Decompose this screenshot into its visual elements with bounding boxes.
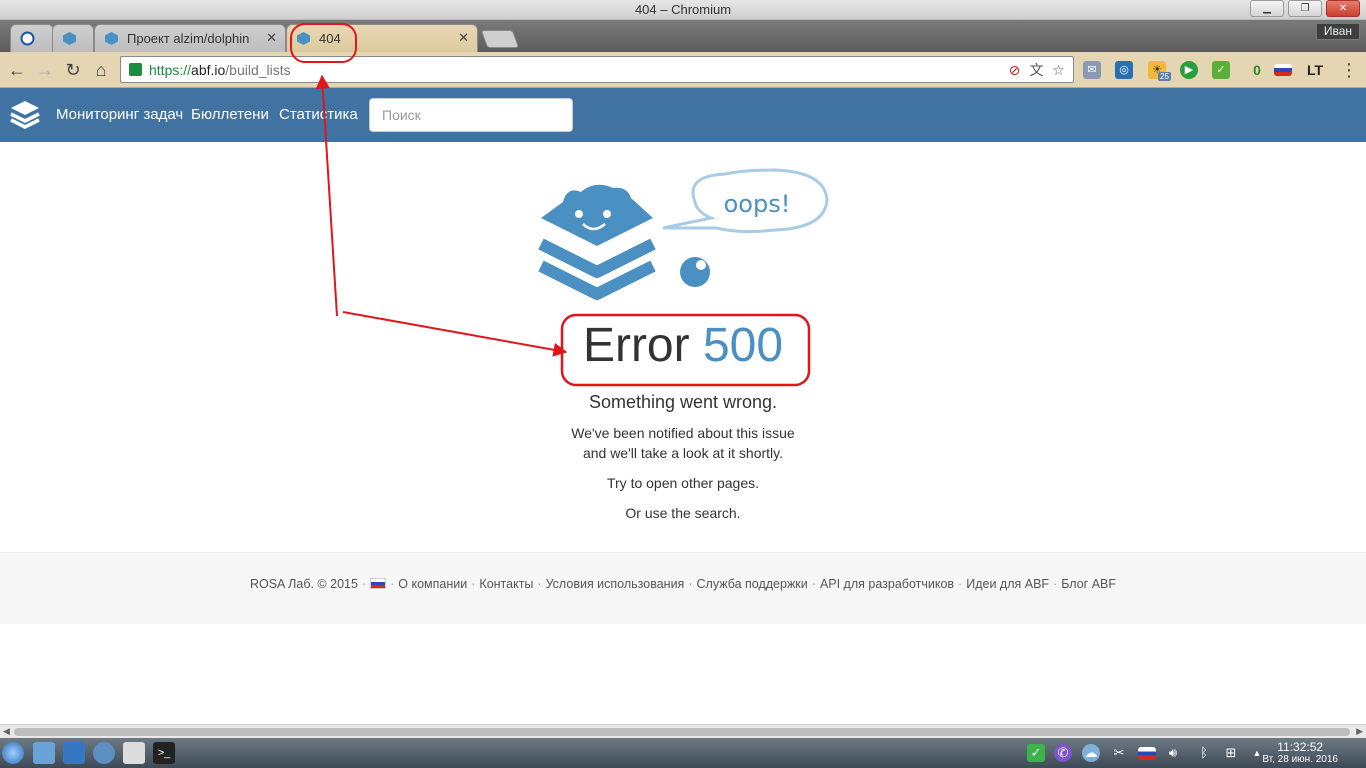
error-word: Error <box>582 319 690 372</box>
documents-icon[interactable] <box>123 742 145 764</box>
window-titlebar: 404 – Chromium ▁ ❐ ✕ <box>0 0 1366 20</box>
tab-project[interactable]: Проект alzim/dolphin ✕ <box>94 24 286 52</box>
error-title: Error 500 <box>0 318 1366 373</box>
forward-arrow-icon[interactable]: → <box>34 59 56 81</box>
footer-link-support[interactable]: Служба поддержки <box>697 577 808 591</box>
ext-circle-icon[interactable]: ◎ <box>1115 61 1133 79</box>
browser-toolbar: ← → ↻ ⌂ https://abf.io/build_lists ⊘ 文 ☆… <box>0 52 1366 88</box>
translate-icon[interactable]: 文 <box>1029 63 1044 78</box>
reload-icon[interactable]: ↻ <box>62 59 84 81</box>
error-code: 500 <box>702 319 784 372</box>
viber-icon[interactable]: ✆ <box>1054 744 1072 762</box>
scrollbar-thumb[interactable] <box>14 728 1350 736</box>
tab-label: 404 <box>319 31 341 46</box>
language-flag-icon[interactable] <box>370 578 387 589</box>
search-input[interactable] <box>369 98 573 132</box>
ext-pause-icon[interactable]: ▶ <box>1180 61 1198 79</box>
error-message-line: and we'll take a look at it shortly. <box>582 445 784 461</box>
clock-date: Вт, 28 июн. 2016 <box>1262 754 1338 765</box>
home-icon[interactable]: ⌂ <box>90 59 112 81</box>
file-manager-icon[interactable] <box>33 742 55 764</box>
abf-favicon-icon <box>105 32 118 45</box>
minimize-button[interactable]: ▁ <box>1250 0 1284 17</box>
tab-404[interactable]: 404 ✕ <box>286 24 478 52</box>
nav-link-bulletins[interactable]: Бюллетени <box>191 106 269 123</box>
system-monitor-icon[interactable] <box>63 742 85 764</box>
cloud-sync-icon[interactable]: ☁ <box>1082 744 1100 762</box>
footer-link-blog[interactable]: Блог ABF <box>1061 577 1116 591</box>
lock-icon <box>129 63 142 76</box>
footer-link-about[interactable]: О компании <box>398 577 467 591</box>
weather-temp-badge: 25 <box>1158 72 1171 81</box>
error-hint-pages: Try to open other pages. <box>606 475 760 491</box>
terminal-icon[interactable]: >_ <box>153 742 175 764</box>
chromium-icon[interactable] <box>93 742 115 764</box>
volume-icon[interactable]: 🔊︎ <box>1164 744 1182 762</box>
footer-link-terms[interactable]: Условия использования <box>546 577 685 591</box>
bookmark-star-icon[interactable]: ☆ <box>1051 63 1066 78</box>
profile-button[interactable]: Иван <box>1315 23 1360 40</box>
back-arrow-icon[interactable]: ← <box>6 59 28 81</box>
error-hint-search: Or use the search. <box>625 505 741 521</box>
oops-bubble-text: oops! <box>724 190 791 218</box>
nav-link-monitoring[interactable]: Мониторинг задач <box>56 106 183 123</box>
maximize-button[interactable]: ❐ <box>1288 0 1322 17</box>
close-window-button[interactable]: ✕ <box>1326 0 1360 17</box>
keyboard-layout-flag-icon[interactable] <box>1138 747 1156 760</box>
new-tab-button[interactable] <box>480 30 520 48</box>
oops-mascot-illustration: oops! <box>538 168 829 300</box>
footer-copyright: ROSA Лаб. © 2015 <box>249 577 358 591</box>
mail-icon[interactable]: ✉ <box>1083 61 1101 79</box>
scissors-icon[interactable]: ✂ <box>1110 744 1128 762</box>
russian-flag-icon[interactable] <box>1274 64 1292 76</box>
site-navbar: Мониторинг задач Бюллетени Статистика <box>0 88 1366 142</box>
footer-link-ideas[interactable]: Идеи для ABF <box>966 577 1049 591</box>
url-text[interactable]: https://abf.io/build_lists <box>149 62 291 78</box>
address-bar[interactable]: https://abf.io/build_lists ⊘ 文 ☆ <box>120 56 1074 83</box>
abf-favicon-icon <box>63 32 76 45</box>
nav-link-statistics[interactable]: Статистика <box>279 106 358 123</box>
tab-label: Проект alzim/dolphin <box>127 31 250 46</box>
taskbar-clock[interactable]: 11:32:52 Вт, 28 июн. 2016 <box>1262 740 1338 765</box>
tab-pinned-2[interactable] <box>52 24 94 52</box>
error-subtitle: Something went wrong. <box>588 392 778 412</box>
abf-favicon-icon <box>297 32 310 45</box>
clock-time: 11:32:52 <box>1277 740 1324 754</box>
taskbar: >_ ✓ ✆ ☁ ✂ 🔊︎ ᛒ ⊞ ▲ 11:32:52 Вт, 28 июн.… <box>0 738 1366 768</box>
blocked-cookie-icon[interactable]: ⊘ <box>1007 63 1022 78</box>
bluetooth-icon[interactable]: ᛒ <box>1195 744 1213 762</box>
scroll-right-icon[interactable]: ▶ <box>1356 726 1363 737</box>
footer-links: ROSA Лаб. © 2015 · · О компании · Контакты · Ус… <box>249 577 1117 591</box>
ext-counter-icon[interactable]: 0 <box>1248 61 1266 79</box>
start-menu-icon[interactable] <box>2 742 24 764</box>
footer-link-api[interactable]: API для разработчиков <box>820 577 954 591</box>
error-message-line: We've been notified about this issue <box>571 425 795 441</box>
close-tab-icon[interactable]: ✕ <box>266 30 277 46</box>
tray-check-icon[interactable]: ✓ <box>1027 744 1045 762</box>
site-footer: ROSA Лаб. © 2015 · · О компании · Контакты · Ус… <box>0 552 1366 624</box>
window-title: 404 – Chromium <box>634 2 732 17</box>
opera-icon <box>20 31 35 46</box>
horizontal-scrollbar[interactable]: ◀ ▶ <box>0 724 1366 738</box>
tab-pinned-1[interactable] <box>10 24 54 52</box>
menu-icon[interactable]: ⋮ <box>1338 59 1360 81</box>
network-icon[interactable]: ⊞ <box>1222 744 1240 762</box>
tab-strip: Проект alzim/dolphin ✕ 404 ✕ Иван <box>0 20 1366 52</box>
shield-icon[interactable]: ✓ <box>1212 61 1230 79</box>
footer-link-contacts[interactable]: Контакты <box>479 577 533 591</box>
close-tab-icon[interactable]: ✕ <box>458 30 469 46</box>
scroll-left-icon[interactable]: ◀ <box>3 726 10 737</box>
abf-logo-icon[interactable] <box>8 98 42 132</box>
languagetool-icon[interactable]: LT <box>1306 61 1324 79</box>
